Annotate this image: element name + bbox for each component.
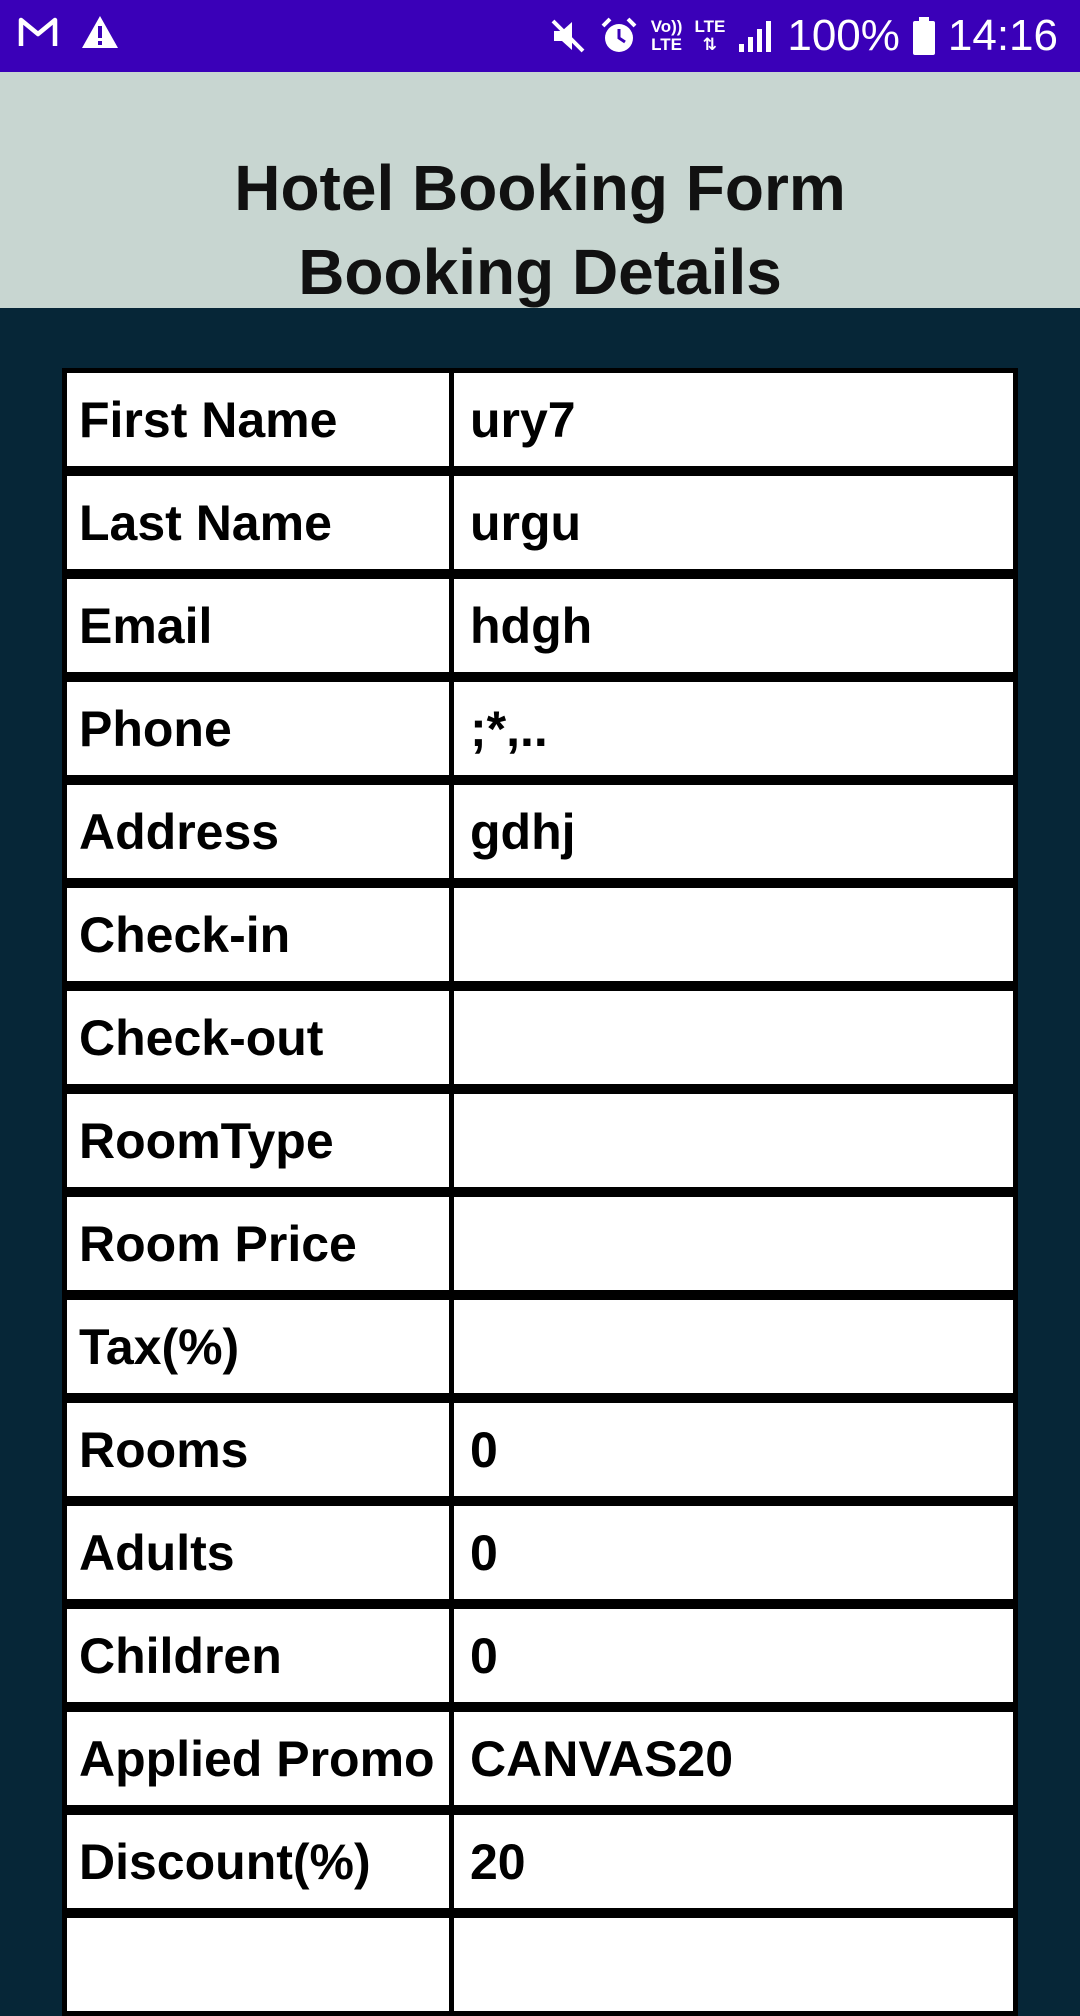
row-value: CANVAS20 [452, 1707, 1018, 1810]
row-label: Children [62, 1604, 452, 1707]
table-row: Last Name urgu [62, 471, 1018, 574]
lte-label: LTE [694, 17, 726, 36]
table-row: Children 0 [62, 1604, 1018, 1707]
row-label: Adults [62, 1501, 452, 1604]
row-value [452, 1192, 1018, 1295]
volte-label: Vo)) [650, 17, 683, 36]
row-label: Email [62, 574, 452, 677]
gmail-icon [18, 15, 58, 49]
row-value: 0 [452, 1501, 1018, 1604]
status-left [18, 14, 120, 50]
row-label: Rooms [62, 1398, 452, 1501]
table-row: Phone ;*,.. [62, 677, 1018, 780]
row-label: Last Name [62, 471, 452, 574]
row-value [452, 1295, 1018, 1398]
row-value: ;*,.. [452, 677, 1018, 780]
warning-icon [80, 14, 120, 50]
signal-icon [737, 18, 775, 54]
page-title: Hotel Booking Form [234, 152, 846, 224]
clock: 14:16 [947, 11, 1058, 60]
table-row: Rooms 0 [62, 1398, 1018, 1501]
volte-icon: Vo)) LTE [651, 18, 683, 54]
data-arrows-icon: ⇅ [702, 35, 718, 54]
table-row: Address gdhj [62, 780, 1018, 883]
table-row: Tax(%) [62, 1295, 1018, 1398]
table-row: Email hdgh [62, 574, 1018, 677]
row-label: RoomType [62, 1089, 452, 1192]
row-value [452, 1089, 1018, 1192]
table-row: RoomType [62, 1089, 1018, 1192]
table-row: Applied Promo CANVAS20 [62, 1707, 1018, 1810]
table-row: Check-in [62, 883, 1018, 986]
row-value: 0 [452, 1398, 1018, 1501]
row-label: First Name [62, 368, 452, 471]
lte-icon: LTE ⇅ [694, 18, 725, 54]
table-row: First Name ury7 [62, 368, 1018, 471]
row-label: Discount(%) [62, 1810, 452, 1913]
row-label [62, 1913, 452, 2016]
row-value [452, 883, 1018, 986]
mute-icon [549, 17, 587, 55]
row-label: Check-out [62, 986, 452, 1089]
row-value: ury7 [452, 368, 1018, 471]
page-header: Hotel Booking Form Booking Details [0, 72, 1080, 308]
row-value: hdgh [452, 574, 1018, 677]
status-bar: Vo)) LTE LTE ⇅ 100% 14:16 [0, 0, 1080, 72]
row-value: 20 [452, 1810, 1018, 1913]
page-subtitle: Booking Details [298, 236, 782, 308]
table-row: Adults 0 [62, 1501, 1018, 1604]
row-value: gdhj [452, 780, 1018, 883]
status-right: Vo)) LTE LTE ⇅ 100% 14:16 [549, 10, 1058, 62]
table-row: Room Price [62, 1192, 1018, 1295]
alarm-icon [599, 16, 639, 56]
row-value: 0 [452, 1604, 1018, 1707]
table-row: Discount(%) 20 [62, 1810, 1018, 1913]
row-value [452, 986, 1018, 1089]
row-value: urgu [452, 471, 1018, 574]
row-label: Check-in [62, 883, 452, 986]
battery-icon [912, 16, 936, 56]
booking-details-table: First Name ury7 Last Name urgu Email hdgh Phon… [62, 368, 1018, 2016]
row-label: Room Price [62, 1192, 452, 1295]
row-label: Phone [62, 677, 452, 780]
table-row: Check-out [62, 986, 1018, 1089]
volte-lte-label: LTE [651, 35, 683, 54]
row-label: Applied Promo [62, 1707, 452, 1810]
battery-percent: 100% [787, 11, 900, 60]
row-value [452, 1913, 1018, 2016]
row-label: Address [62, 780, 452, 883]
row-label: Tax(%) [62, 1295, 452, 1398]
table-row [62, 1913, 1018, 2016]
